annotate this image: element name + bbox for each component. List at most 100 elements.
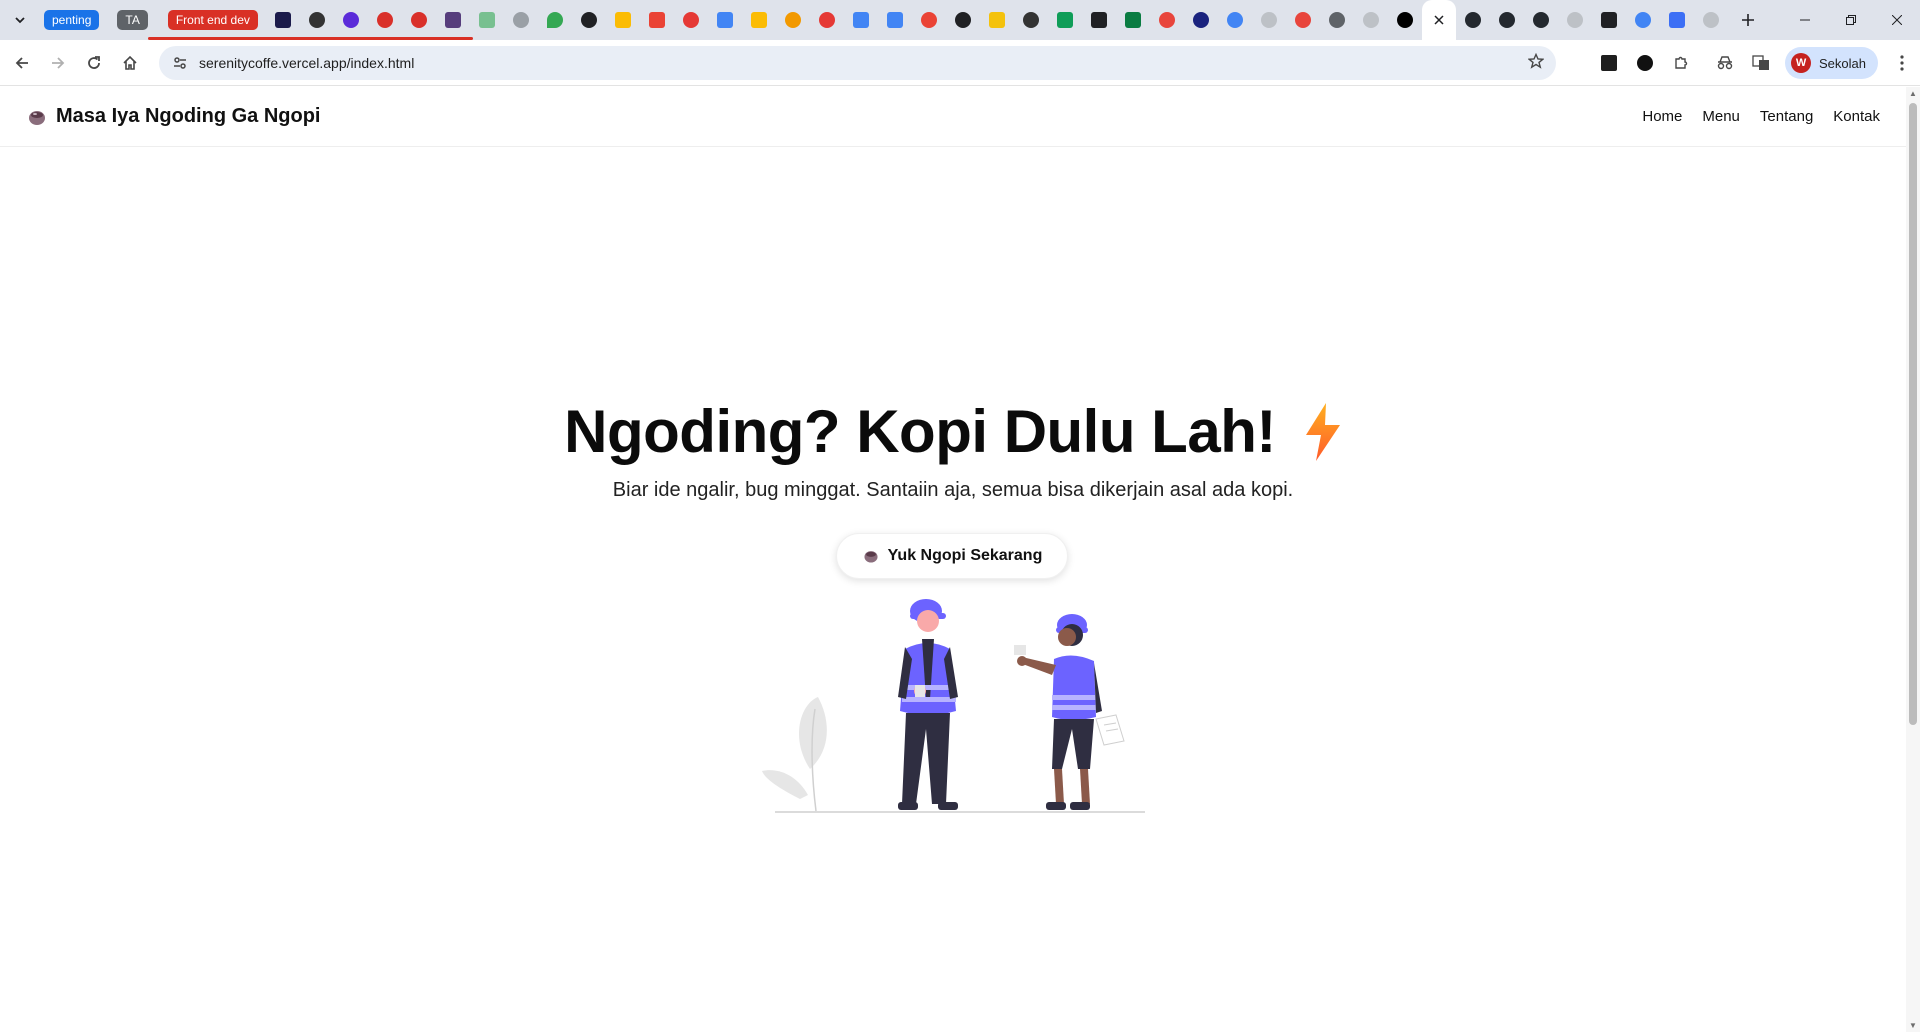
tab[interactable]: [1592, 0, 1626, 40]
extension-terminal-icon[interactable]: [1591, 46, 1627, 80]
window-controls: [1782, 0, 1920, 40]
globe-icon: [1362, 12, 1379, 28]
tab[interactable]: [504, 0, 538, 40]
openai-icon: [954, 12, 971, 28]
brand[interactable]: Masa Iya Ngoding Ga Ngopi: [26, 105, 320, 128]
tab[interactable]: [980, 0, 1014, 40]
browser-menu-button[interactable]: [1884, 46, 1920, 80]
tab[interactable]: [1626, 0, 1660, 40]
tab[interactable]: [912, 0, 946, 40]
tab[interactable]: [1490, 0, 1524, 40]
tab[interactable]: [1150, 0, 1184, 40]
tab[interactable]: [1456, 0, 1490, 40]
cta-button[interactable]: Yuk Ngopi Sekarang: [836, 533, 1068, 579]
tab[interactable]: [436, 0, 470, 40]
scroll-thumb[interactable]: [1909, 103, 1917, 725]
tab[interactable]: [1286, 0, 1320, 40]
reload-button[interactable]: [76, 45, 112, 81]
nav-menu-link[interactable]: Menu: [1702, 108, 1740, 125]
app-icon: [1600, 12, 1617, 28]
heart-icon: [682, 12, 699, 28]
tab[interactable]: [572, 0, 606, 40]
scroll-down-arrow[interactable]: ▼: [1908, 1021, 1918, 1030]
extensions-puzzle-icon[interactable]: [1663, 46, 1699, 80]
tab[interactable]: [1082, 0, 1116, 40]
url-text[interactable]: serenitycoffe.vercel.app/index.html: [199, 55, 414, 71]
arrow-right-icon: [52, 56, 65, 69]
tab[interactable]: [606, 0, 640, 40]
chrome-icon: [1328, 12, 1345, 28]
tab[interactable]: [1014, 0, 1048, 40]
coffee-cup-icon: [29, 110, 45, 125]
tab[interactable]: [266, 0, 300, 40]
tab[interactable]: [1388, 0, 1422, 40]
tab[interactable]: [1558, 0, 1592, 40]
tab[interactable]: [1048, 0, 1082, 40]
app-icon: [1124, 12, 1141, 28]
tab[interactable]: [1116, 0, 1150, 40]
tab[interactable]: [640, 0, 674, 40]
google-icon: [1226, 12, 1243, 28]
tab[interactable]: [1320, 0, 1354, 40]
tab[interactable]: [300, 0, 334, 40]
tab[interactable]: [402, 0, 436, 40]
tab[interactable]: [1184, 0, 1218, 40]
tab[interactable]: [878, 0, 912, 40]
close-window-button[interactable]: [1874, 0, 1920, 40]
restore-button[interactable]: [1828, 0, 1874, 40]
coffee-cup-icon: [864, 551, 878, 563]
arrow-left-icon: [15, 56, 28, 69]
tab[interactable]: [368, 0, 402, 40]
new-tab-button[interactable]: [1732, 4, 1764, 36]
incognito-icon[interactable]: [1707, 46, 1743, 80]
forms-icon: [1668, 12, 1685, 28]
profile-button[interactable]: W Sekolah: [1785, 47, 1878, 79]
tab[interactable]: [742, 0, 776, 40]
app-icon: [410, 12, 427, 28]
close-icon[interactable]: [1434, 15, 1444, 25]
globe-icon: [512, 12, 529, 28]
restore-icon: [1846, 15, 1856, 25]
app-icon: [342, 12, 359, 28]
minimize-button[interactable]: [1782, 0, 1828, 40]
tab[interactable]: [946, 0, 980, 40]
tab[interactable]: [810, 0, 844, 40]
bookmark-star-icon[interactable]: [1527, 52, 1545, 74]
bootstrap-icon: [444, 12, 461, 28]
nav-home-link[interactable]: Home: [1642, 108, 1682, 125]
extension-grammarly-icon[interactable]: [1627, 46, 1663, 80]
tab[interactable]: [1218, 0, 1252, 40]
cta-label: Yuk Ngopi Sekarang: [887, 547, 1043, 564]
active-tab[interactable]: [1421, 0, 1456, 40]
page-scrollbar[interactable]: ▲ ▼: [1906, 87, 1920, 1032]
nav-tentang-link[interactable]: Tentang: [1760, 108, 1813, 125]
tab[interactable]: [1660, 0, 1694, 40]
tab[interactable]: [470, 0, 504, 40]
tab[interactable]: [1694, 0, 1728, 40]
maps-icon: [546, 12, 563, 28]
tab-group-front-end-dev[interactable]: Front end dev: [167, 10, 258, 30]
tab[interactable]: [538, 0, 572, 40]
translate-icon[interactable]: [1743, 46, 1779, 80]
app-icon: [1294, 12, 1311, 28]
nav-kontak-link[interactable]: Kontak: [1833, 108, 1880, 125]
address-bar[interactable]: serenitycoffe.vercel.app/index.html: [159, 46, 1556, 80]
tab[interactable]: [708, 0, 742, 40]
tab[interactable]: [1252, 0, 1286, 40]
tab-group-ta[interactable]: TA: [117, 10, 148, 30]
site-info-icon[interactable]: [163, 55, 197, 71]
tab[interactable]: [1354, 0, 1388, 40]
tab[interactable]: [334, 0, 368, 40]
tab[interactable]: [1524, 0, 1558, 40]
home-button[interactable]: [112, 45, 148, 81]
scroll-up-arrow[interactable]: ▲: [1908, 89, 1918, 98]
back-button[interactable]: [4, 45, 40, 81]
tab[interactable]: [776, 0, 810, 40]
app-icon: [988, 12, 1005, 28]
tab-group-penting[interactable]: penting: [44, 10, 100, 30]
tab[interactable]: [844, 0, 878, 40]
forward-button[interactable]: [40, 45, 76, 81]
globe-icon: [1702, 12, 1719, 28]
tab[interactable]: [674, 0, 708, 40]
tab-search-button[interactable]: [6, 6, 34, 34]
